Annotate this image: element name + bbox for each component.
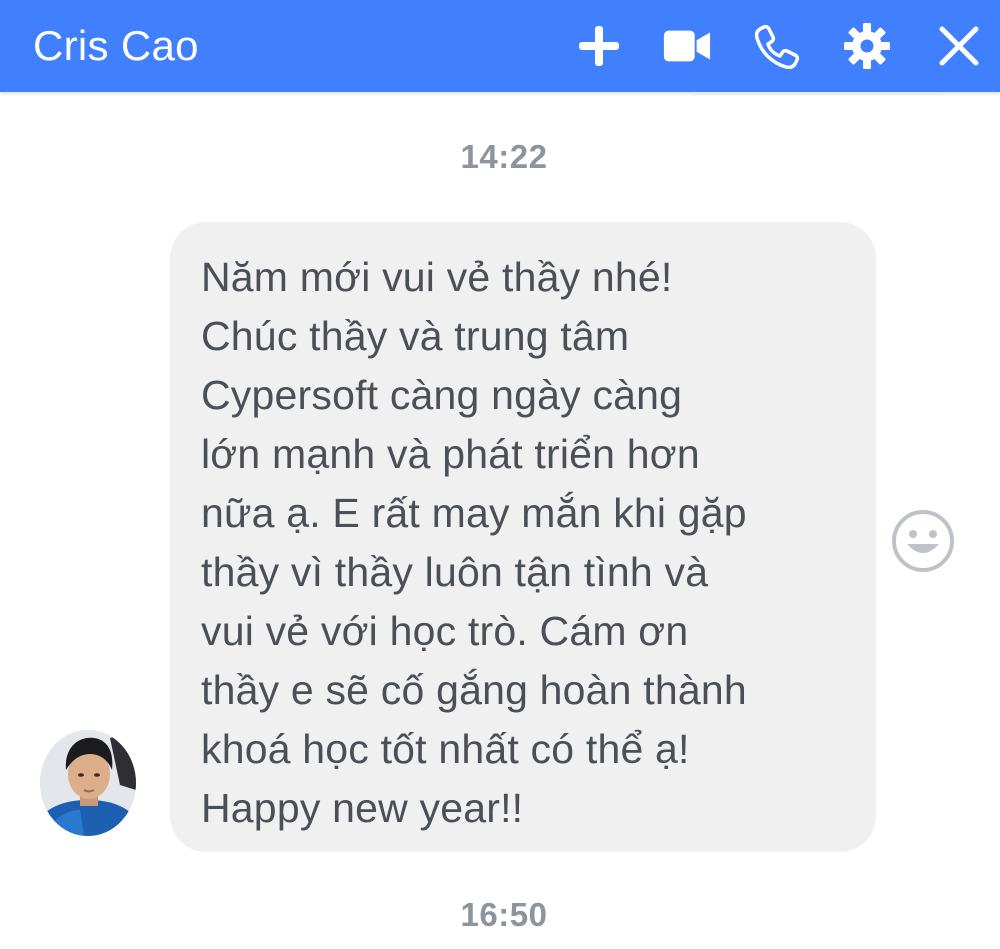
message-text: Năm mới vui vẻ thầy nhé! Chúc thầy và tr… (201, 254, 747, 831)
video-call-icon[interactable] (662, 21, 712, 71)
smiley-face-icon[interactable] (890, 508, 956, 574)
avatar[interactable] (40, 730, 136, 836)
header-tab-shadow (690, 92, 945, 95)
message-bubble[interactable]: Năm mới vui vẻ thầy nhé! Chúc thầy và tr… (170, 222, 876, 852)
message-timestamp: 14:22 (460, 138, 548, 175)
contact-name[interactable]: Cris Cao (33, 20, 199, 72)
message-timestamp: 16:50 (460, 896, 548, 933)
plus-icon[interactable] (574, 21, 624, 71)
gear-icon[interactable] (842, 21, 892, 71)
phone-icon[interactable] (752, 21, 802, 71)
chat-header: Cris Cao (0, 0, 1000, 92)
chat-window: Cris Cao 14:22 Năm mới vui vẻ thầy nhé! … (0, 0, 1000, 949)
close-icon[interactable] (934, 21, 984, 71)
